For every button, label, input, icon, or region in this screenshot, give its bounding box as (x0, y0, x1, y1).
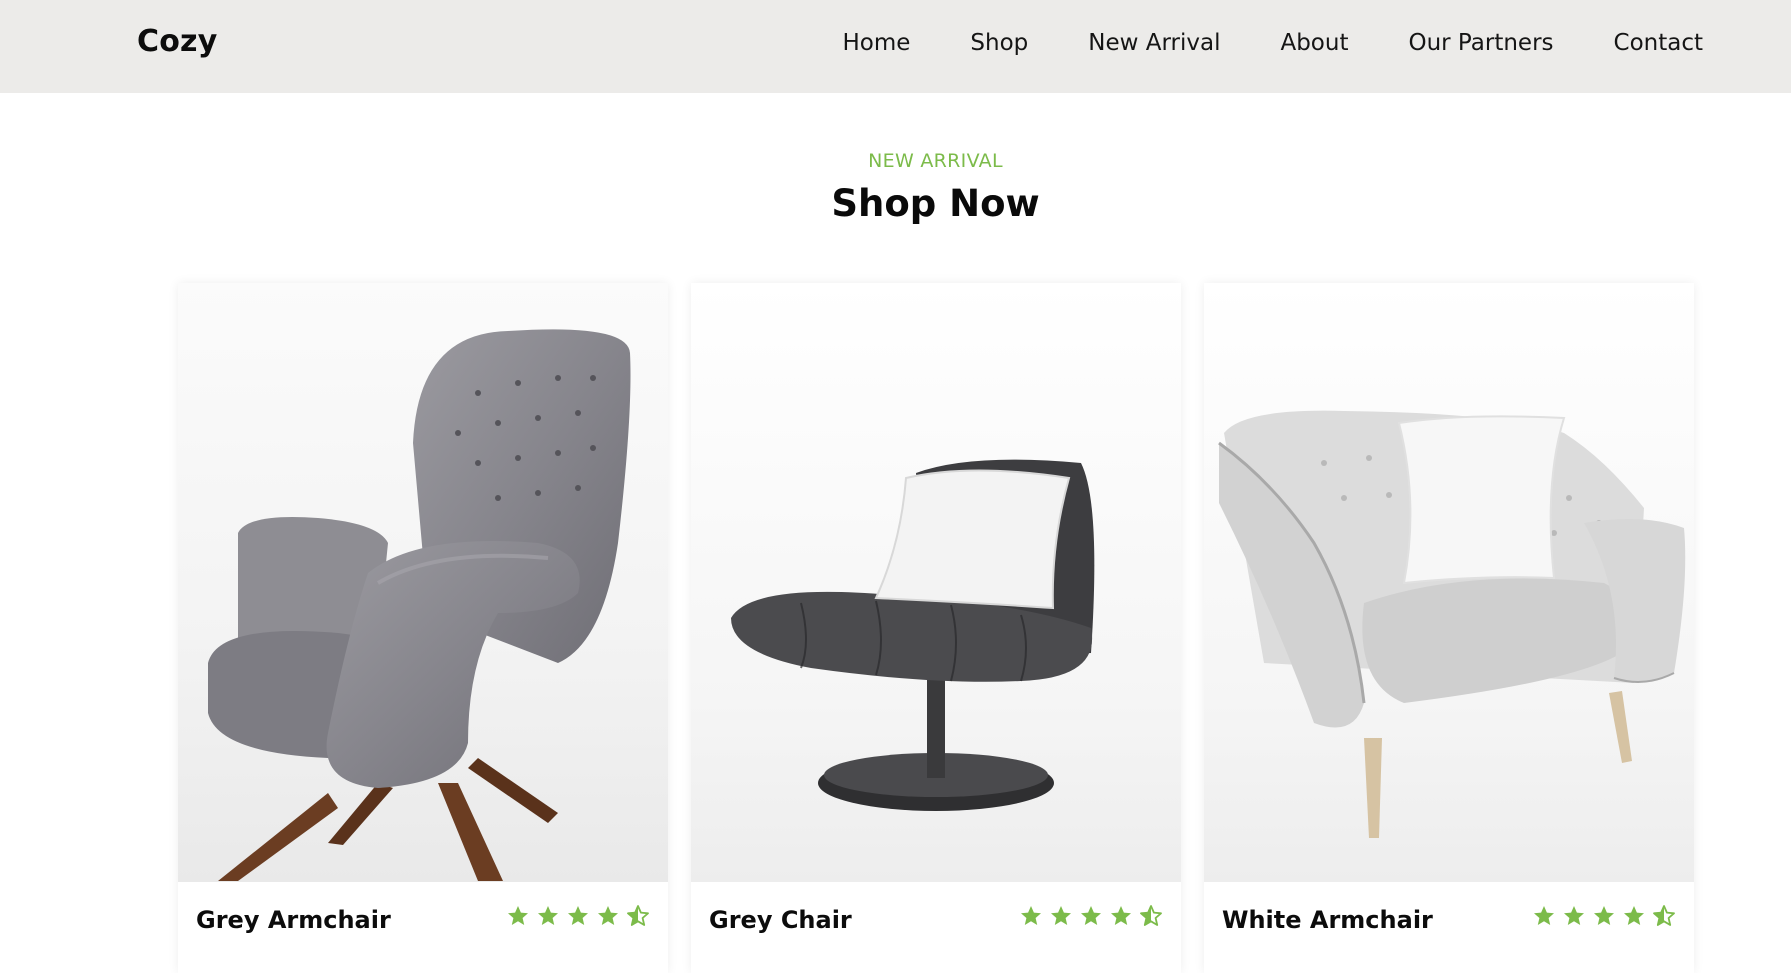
main-nav: Home Shop New Arrival About Our Partners… (842, 30, 1703, 56)
nav-shop[interactable]: Shop (970, 30, 1028, 56)
star-icon (1021, 906, 1041, 925)
section-title: Shop Now (831, 182, 1040, 225)
star-icon (1624, 906, 1644, 925)
product-rating (506, 904, 650, 928)
product-name[interactable]: White Armchair (1222, 906, 1433, 934)
nav-home[interactable]: Home (842, 30, 910, 56)
star-icon (538, 906, 558, 925)
product-image-grey-chair[interactable] (691, 283, 1181, 882)
star-icon (1564, 906, 1584, 925)
star-icon (1081, 906, 1101, 925)
product-footer: Grey Armchair (178, 882, 668, 942)
product-footer: White Armchair (1204, 882, 1694, 942)
half-star-icon (1140, 905, 1162, 926)
product-rating (1019, 904, 1163, 928)
half-star-icon (627, 905, 649, 926)
product-card[interactable]: Grey Chair (691, 283, 1181, 973)
product-name[interactable]: Grey Chair (709, 906, 852, 934)
star-icon (1051, 906, 1071, 925)
star-icon (568, 906, 588, 925)
product-card[interactable]: White Armchair (1204, 283, 1694, 973)
half-star-icon (1653, 905, 1675, 926)
logo[interactable]: Cozy (137, 24, 217, 59)
nav-about[interactable]: About (1280, 30, 1348, 56)
section-eyebrow: NEW ARRIVAL (868, 150, 1003, 172)
nav-our-partners[interactable]: Our Partners (1408, 30, 1553, 56)
product-name[interactable]: Grey Armchair (196, 906, 391, 934)
product-rating (1532, 904, 1676, 928)
site-header: Cozy Home Shop New Arrival About Our Par… (0, 0, 1791, 93)
product-card[interactable]: Grey Armchair (178, 283, 668, 973)
nav-contact[interactable]: Contact (1614, 30, 1703, 56)
star-icon (1534, 906, 1554, 925)
star-icon (1594, 906, 1614, 925)
product-image-grey-armchair[interactable] (178, 283, 668, 882)
star-icon (1111, 906, 1131, 925)
nav-new-arrival[interactable]: New Arrival (1088, 30, 1220, 56)
star-icon (598, 906, 618, 925)
product-image-white-armchair[interactable] (1204, 283, 1694, 882)
product-footer: Grey Chair (691, 882, 1181, 942)
star-icon (508, 906, 528, 925)
